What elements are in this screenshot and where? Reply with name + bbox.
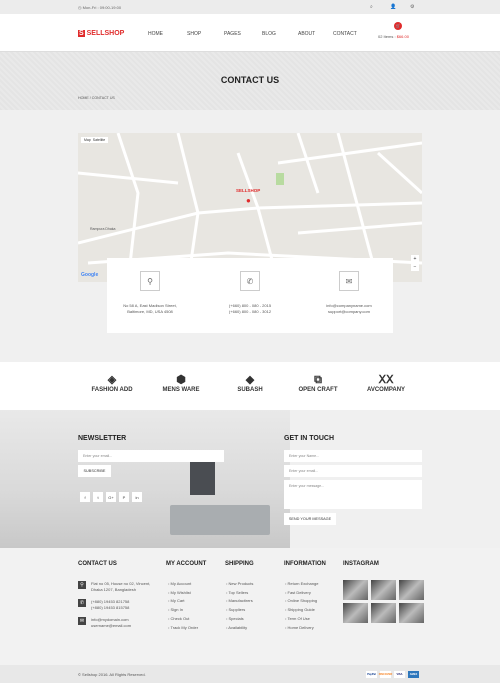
footer-link[interactable]: My Cart [168, 597, 198, 606]
footer-link[interactable]: Sign In [168, 606, 198, 615]
message-textarea[interactable]: Enter your message... [284, 480, 422, 509]
zoom-controls[interactable]: + − [411, 255, 419, 271]
breadcrumb: HOME / CONTACT US [78, 96, 115, 100]
header: S SELLSHOP HOME SHOP PAGES BLOG ABOUT CO… [0, 14, 500, 52]
footer-link[interactable]: Manufactirers [226, 597, 253, 606]
map-place-label: Rampura Dhaka [90, 227, 116, 231]
facebook-icon[interactable]: f [80, 492, 90, 502]
map-tab-map[interactable]: Map [84, 138, 91, 142]
store-background-image [0, 410, 290, 548]
email-text: info@companyname.com support@company.com [326, 303, 372, 314]
nav-pages[interactable]: PAGES [224, 31, 241, 37]
copyright: © Sellshop 2016. All Rights Reserved. [78, 672, 146, 677]
instagram-photo[interactable] [371, 580, 396, 600]
name-input[interactable]: Enter your Name... [284, 450, 422, 462]
nav-about[interactable]: ABOUT [298, 31, 315, 37]
footer-link[interactable]: Check Out [168, 615, 198, 624]
instagram-photo[interactable] [343, 603, 368, 623]
gear-icon[interactable]: ⚙ [410, 4, 414, 10]
amex-icon: AMEX [408, 671, 419, 678]
contact-info-card: ⚲ ✆ ✉ No 58 A, East Madison Street, Balti… [107, 258, 393, 333]
brand-logo[interactable]: ⅩⅩ AVCOMPANY [351, 374, 421, 393]
newsletter-title: NEWSLETTER [78, 435, 127, 442]
footer-link[interactable]: Track My Order [168, 624, 198, 633]
nav-contact[interactable]: CONTACT [333, 31, 357, 37]
google-plus-icon[interactable]: G+ [106, 492, 116, 502]
envelope-icon: ✉ [339, 271, 359, 291]
marker-label: SELLSHOP [236, 188, 261, 193]
breadcrumb-home[interactable]: HOME [78, 96, 89, 100]
page-banner: CONTACT US HOME / CONTACT US [0, 52, 500, 110]
cart-summary[interactable]: 02 Items : $66.00 [378, 34, 409, 39]
user-icon[interactable]: 👤 [390, 4, 396, 10]
opening-hours: ◷ Mon-Fri : 09:00-19:00 [78, 5, 122, 10]
discover-icon: DISCOVER [378, 671, 393, 678]
instagram-photo[interactable] [399, 580, 424, 600]
visa-icon: VISA [394, 671, 405, 678]
get-in-touch-title: GET IN TOUCH [284, 435, 335, 442]
footer-link[interactable]: Availability [226, 624, 253, 633]
footer-phones: (+880) 19453 821758 (+880) 19453 815758 [91, 599, 130, 610]
brand-logo[interactable]: ◈ FASHION ADD [77, 374, 147, 393]
footer-link[interactable]: Fast Delivery [285, 589, 318, 598]
information-links: Return ExchangeFast DeliveryOnline Shopp… [285, 580, 318, 632]
paypal-icon: PayPal [366, 671, 377, 678]
newsletter-email-input[interactable]: Enter your email... [78, 450, 224, 462]
instagram-photo[interactable] [371, 603, 396, 623]
subscribe-button[interactable]: SUBSCRIBE [78, 465, 111, 477]
phone-icon: ✆ [240, 271, 260, 291]
footer-link[interactable]: Suppliers [226, 606, 253, 615]
footer-information-title: INFORMATION [284, 561, 326, 567]
footer-shipping-title: SHIPPING [225, 561, 254, 567]
footer-link[interactable]: New Products [226, 580, 254, 589]
envelope-icon: ✉ [78, 617, 86, 625]
footer-link[interactable]: My Account [168, 580, 198, 589]
page-title: CONTACT US [220, 75, 280, 85]
instagram-photo[interactable] [399, 603, 424, 623]
map-pin-icon: ⚲ [78, 581, 86, 589]
cart-icon[interactable]: 🛒 [394, 22, 402, 30]
shipping-links: New ProductsTop SellersManufactirersSupp… [226, 580, 253, 632]
footer-link[interactable]: My Wishlist [168, 589, 198, 598]
linkedin-icon[interactable]: in [132, 492, 142, 502]
phone-text: (+660) 800 - 080 - 2015 (+660) 800 - 080 … [228, 303, 272, 314]
phone-icon: ✆ [78, 599, 86, 607]
bottom-bar: © Sellshop 2016. All Rights Reserved. Pa… [0, 665, 500, 683]
my-account-links: My AccountMy WishlistMy CartSign InCheck… [168, 580, 198, 632]
google-logo: Google [81, 272, 99, 278]
footer-emails: info@mydomain.com username@email.com [91, 617, 132, 628]
email-input[interactable]: Enter your email... [284, 465, 422, 477]
footer-instagram-title: INSTAGRAM [343, 561, 379, 567]
map-tab-satellite[interactable]: Satellite [93, 138, 105, 142]
footer: CONTACT US MY ACCOUNT SHIPPING INFORMATI… [0, 548, 500, 665]
footer-contact-title: CONTACT US [78, 561, 117, 567]
brand-logo[interactable]: ◆ SUBASH [215, 374, 285, 393]
instagram-photo[interactable] [343, 580, 368, 600]
send-message-button[interactable]: SEND YOUR MESSAGE [284, 513, 336, 525]
footer-link[interactable]: Home Delivery [285, 624, 318, 633]
logo[interactable]: S SELLSHOP [78, 30, 124, 37]
footer-link[interactable]: Online Shopping [285, 597, 318, 606]
nav-home[interactable]: HOME [148, 31, 163, 37]
footer-my-account-title: MY ACCOUNT [166, 561, 207, 567]
brands-strip: ◈ FASHION ADD ⬢ MENS WARE ◆ SUBASH ⧉ OPEN CR… [0, 362, 500, 410]
pinterest-icon[interactable]: P [119, 492, 129, 502]
footer-link[interactable]: Top Sellers [226, 589, 253, 598]
footer-link[interactable]: Shipping Guide [285, 606, 318, 615]
address-text: No 58 A, East Madison Street, Baltimore, … [123, 303, 177, 314]
nav-shop[interactable]: SHOP [187, 31, 201, 37]
map-marker-icon[interactable]: ● [246, 196, 251, 205]
footer-link[interactable]: Term Of Use [285, 615, 318, 624]
brand-logo[interactable]: ⬢ MENS WARE [146, 374, 216, 393]
search-icon[interactable]: ⌕ [370, 4, 373, 10]
brand-logo[interactable]: ⧉ OPEN CRAFT [283, 374, 353, 393]
map-pin-icon: ⚲ [140, 271, 160, 291]
twitter-icon[interactable]: t [93, 492, 103, 502]
footer-link[interactable]: Specials [226, 615, 253, 624]
footer-link[interactable]: Return Exchange [285, 580, 319, 589]
nav-blog[interactable]: BLOG [262, 31, 276, 37]
top-bar: ◷ Mon-Fri : 09:00-19:00 ⌕ 👤 ⚙ [0, 0, 500, 14]
footer-address: Flat no 05, House no 02, Vincent, Dhaka 1… [91, 581, 151, 592]
